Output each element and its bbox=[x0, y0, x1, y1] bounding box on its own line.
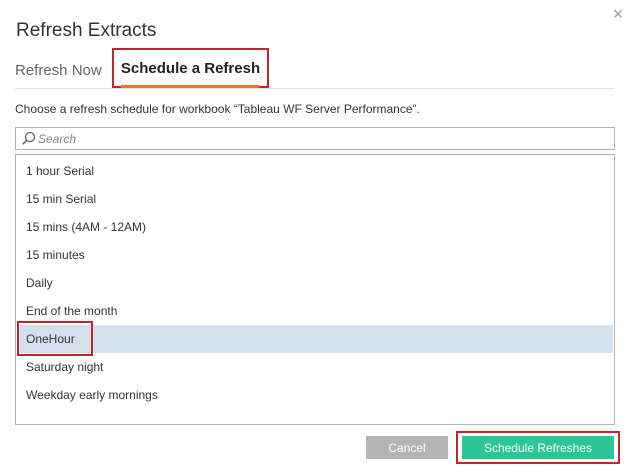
schedule-item-1-hour-serial[interactable]: 1 hour Serial bbox=[17, 157, 613, 185]
schedule-item-weekday-early-mornings[interactable]: Weekday early mornings bbox=[17, 381, 613, 409]
active-tab-underline bbox=[121, 85, 259, 88]
schedule-item-label: 15 min Serial bbox=[26, 192, 97, 206]
schedule-item-15-minutes[interactable]: 15 minutes bbox=[17, 241, 613, 269]
schedule-item-onehour[interactable]: OneHour bbox=[17, 325, 613, 353]
schedule-item-label: 15 minutes bbox=[26, 248, 85, 262]
schedule-item-saturday-night[interactable]: Saturday night bbox=[17, 353, 613, 381]
schedule-refreshes-button[interactable]: Schedule Refreshes bbox=[462, 436, 614, 459]
schedule-item-label: End of the month bbox=[26, 304, 118, 318]
schedule-item-label: Weekday early mornings bbox=[26, 388, 158, 402]
tab-refresh-now[interactable]: Refresh Now bbox=[15, 50, 102, 88]
schedule-item-daily[interactable]: Daily bbox=[17, 269, 613, 297]
search-input[interactable] bbox=[38, 128, 608, 149]
schedule-item-label: Saturday night bbox=[26, 360, 104, 374]
schedule-item-end-of-the-month[interactable]: End of the month bbox=[17, 297, 613, 325]
schedule-item-label: 1 hour Serial bbox=[26, 164, 95, 178]
search-box[interactable] bbox=[15, 127, 615, 150]
search-icon bbox=[22, 131, 36, 145]
close-icon[interactable]: × bbox=[609, 5, 627, 23]
schedule-item-label: OneHour bbox=[26, 332, 75, 346]
schedule-item-15-mins-4am-12am[interactable]: 15 mins (4AM - 12AM) bbox=[17, 213, 613, 241]
schedule-button-annotation-box: Schedule Refreshes bbox=[456, 431, 620, 464]
schedule-item-label: 15 mins (4AM - 12AM) bbox=[26, 220, 147, 234]
schedule-item-15-min-serial[interactable]: 15 min Serial bbox=[17, 185, 613, 213]
cancel-button[interactable]: Cancel bbox=[366, 436, 448, 459]
dialog-title: Refresh Extracts bbox=[16, 20, 157, 41]
refresh-extracts-dialog: Refresh Extracts × Refresh Now Schedule … bbox=[0, 0, 633, 473]
tab-bar: Refresh Now Schedule a Refresh bbox=[15, 48, 614, 89]
schedule-item-label: Daily bbox=[26, 276, 53, 290]
tab-schedule-a-refresh[interactable]: Schedule a Refresh bbox=[112, 48, 269, 88]
schedule-list[interactable]: 1 hour Serial 15 min Serial 15 mins (4AM… bbox=[15, 154, 615, 425]
schedule-description: Choose a refresh schedule for workbook “… bbox=[15, 102, 420, 116]
